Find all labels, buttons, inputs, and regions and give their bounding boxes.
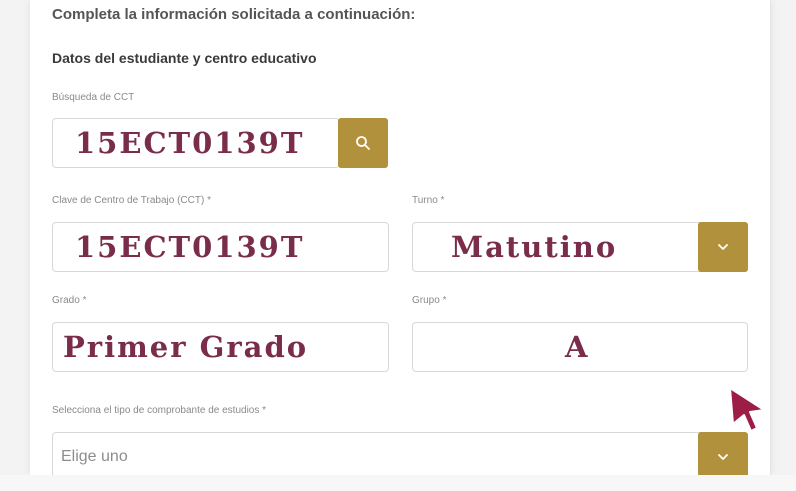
form-intro: Completa la información solicitada a con… [52,6,416,23]
form-panel: Completa la información solicitada a con… [30,0,771,475]
group-value: A [565,330,590,364]
cct-search-value: 15ECT0139T [75,126,305,160]
cct-search-label: Búsqueda de CCT [52,92,135,103]
proof-type-placeholder: Elige uno [61,448,128,465]
chevron-down-icon [718,244,728,250]
group-select[interactable]: A [412,322,748,372]
cct-key-value: 15ECT0139T [75,230,305,264]
section-title: Datos del estudiante y centro educativo [52,50,317,66]
bottom-strip [0,475,796,491]
grade-select[interactable]: Primer Grado [52,322,389,372]
proof-type-select[interactable]: Elige uno [52,432,748,475]
mouse-cursor-icon [729,387,765,432]
proof-type-label: Selecciona el tipo de comprobante de est… [52,405,267,416]
page-background: Completa la información solicitada a con… [0,0,796,491]
cct-key-label: Clave de Centro de Trabajo (CCT) * [52,195,211,206]
group-label: Grupo * [412,295,447,306]
proof-type-dropdown-button[interactable] [698,432,748,475]
shift-value: Matutino [451,230,618,264]
grade-label: Grado * [52,295,87,306]
cct-search-button[interactable] [338,118,388,168]
cct-key-input[interactable]: 15ECT0139T [52,222,389,272]
cct-search-input[interactable]: 15ECT0139T [52,118,340,168]
search-icon [356,136,370,150]
grade-value: Primer Grado [63,330,309,364]
chevron-down-icon [718,454,728,460]
shift-label: Turno * [412,195,445,206]
shift-dropdown-button[interactable] [698,222,748,272]
